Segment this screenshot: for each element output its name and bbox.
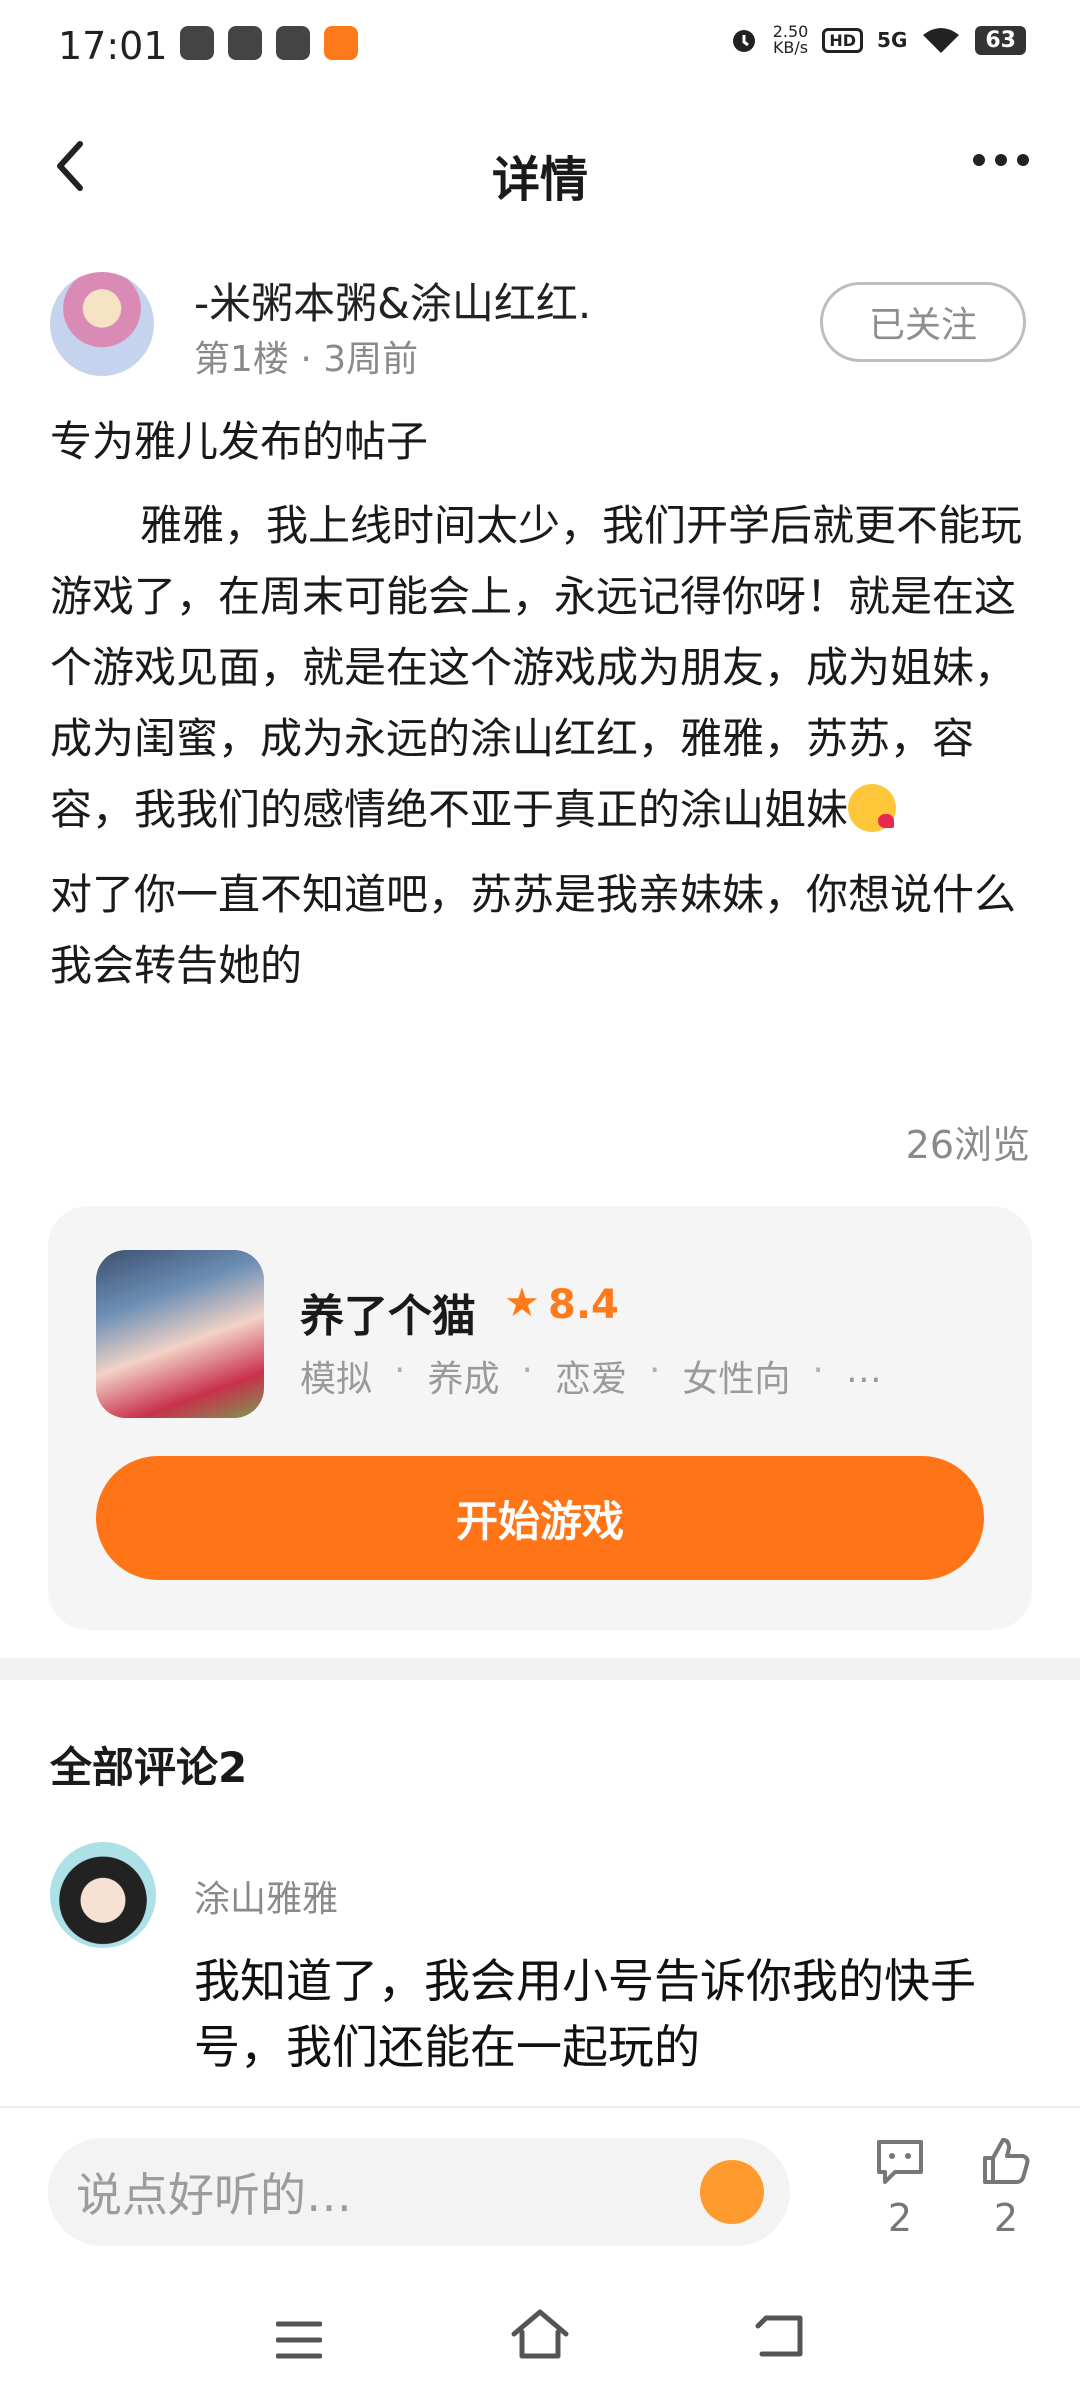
app-notification-icon <box>180 26 214 60</box>
more-button[interactable] <box>966 140 1036 180</box>
post-title: 专为雅儿发布的帖子 <box>50 417 429 466</box>
start-game-button[interactable]: 开始游戏 <box>96 1456 984 1580</box>
thumbs-up-icon <box>983 2138 1030 2184</box>
like-button[interactable]: 2 <box>976 2136 1036 2240</box>
alarm-icon <box>732 30 755 52</box>
game-tag: 养成 <box>427 1359 500 1400</box>
author-name[interactable]: -米粥本粥&涂山红红. <box>194 270 591 331</box>
comment-button[interactable]: 2 <box>870 2136 930 2240</box>
return-icon <box>755 2315 803 2357</box>
more-dot-icon <box>995 154 1007 166</box>
comment-text: 我知道了，我会用小号告诉你我的快手号，我们还能在一起玩的 <box>194 1954 976 2074</box>
post-body: 雅雅，我上线时间太少，我们开学后就更不能玩游戏了，在周末可能会上，永远记得你呀！… <box>50 490 1030 1001</box>
net-speed: 2.50 KB/s <box>773 24 809 56</box>
taobao-icon <box>324 26 358 60</box>
post-paragraph: 雅雅，我上线时间太少，我们开学后就更不能玩游戏了，在周末可能会上，永远记得你呀！… <box>50 490 1030 845</box>
status-indicators: 2.50 KB/s HD 5G 63 <box>729 24 1026 56</box>
comment-input[interactable]: 说点好听的… <box>48 2138 790 2246</box>
section-divider <box>0 1658 1080 1680</box>
notification-icons <box>180 26 358 60</box>
game-name[interactable]: 养了个猫 <box>300 1280 476 1344</box>
status-time: 17:01 <box>58 24 168 68</box>
like-count: 2 <box>993 2196 1019 2240</box>
menu-icon <box>275 2321 323 2359</box>
battery-level: 63 <box>975 25 1026 55</box>
kiss-emoji-icon <box>848 784 897 832</box>
author-avatar[interactable] <box>50 272 154 376</box>
nav-home-button[interactable] <box>508 2306 572 2366</box>
game-tag: 模拟 <box>300 1359 373 1400</box>
more-dot-icon <box>973 154 985 166</box>
nav-menu-button[interactable] <box>275 2320 323 2364</box>
comments-title: 全部评论2 <box>50 1743 248 1792</box>
network-type: 5G <box>877 28 908 52</box>
follow-button[interactable]: 已关注 <box>820 282 1026 362</box>
comment-count: 2 <box>887 2196 913 2240</box>
game-tag: 女性向 <box>682 1359 791 1400</box>
comment-icon <box>877 2140 923 2184</box>
page-title: 详情 <box>491 152 588 208</box>
hd-badge: HD <box>822 27 864 53</box>
nav-back-button[interactable] <box>752 2312 808 2364</box>
home-icon <box>511 2309 569 2359</box>
tag-separator: · <box>394 1350 406 1391</box>
more-dot-icon <box>1017 154 1029 166</box>
post-paragraph: 对了你一直不知道吧，苏苏是我亲妹妹，你想说什么我会转告她的 <box>50 870 1017 990</box>
game-tag-more: … <box>845 1350 882 1391</box>
app-notification-icon <box>276 26 310 60</box>
view-count: 26浏览 <box>905 1123 1030 1167</box>
mascot-icon[interactable] <box>700 2160 764 2224</box>
game-rating: 8.4 <box>548 1282 619 1328</box>
commenter-avatar[interactable] <box>50 1842 156 1948</box>
post-meta: 第1楼 · 3周前 <box>194 339 419 380</box>
star-icon: ★ <box>504 1280 540 1326</box>
game-tags: 模拟 · 养成 · 恋爱 · 女性向 · … <box>300 1350 882 1402</box>
wifi-icon <box>923 28 960 53</box>
tag-separator: · <box>648 1350 661 1391</box>
net-speed-unit: KB/s <box>772 38 809 57</box>
wechat-icon <box>228 26 262 60</box>
game-icon[interactable] <box>96 1250 264 1418</box>
tag-separator: · <box>812 1350 824 1391</box>
tag-separator: · <box>521 1350 533 1391</box>
game-tag: 恋爱 <box>554 1359 627 1400</box>
commenter-name[interactable]: 涂山雅雅 <box>194 1870 338 1922</box>
